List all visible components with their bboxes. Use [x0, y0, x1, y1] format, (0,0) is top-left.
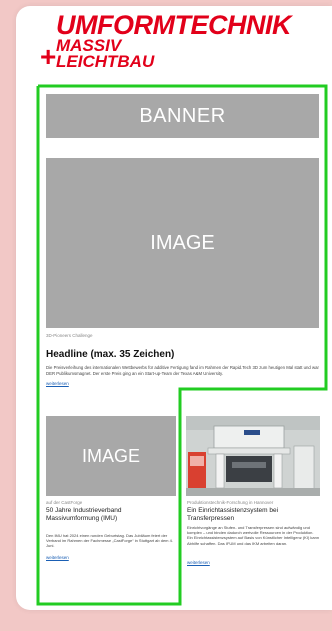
left-article-read-more-link[interactable]: weiterlesen — [46, 555, 69, 560]
left-article-kicker: auf der CastForge — [46, 500, 83, 505]
logo-leichtbau: LEICHTBAU — [56, 52, 155, 72]
right-article-read-more-link[interactable]: weiterlesen — [187, 560, 210, 565]
press-machine-photo[interactable] — [186, 416, 320, 496]
right-article-kicker: Produktionstechnik-Forschung in Hannover — [187, 500, 274, 505]
banner-placeholder[interactable]: BANNER — [46, 94, 319, 138]
brand-logo: UMFORMTECHNIK + MASSIV LEICHTBAU — [40, 8, 320, 78]
left-article-text: Den IMU hat 2024 einen runden Geburtstag… — [46, 533, 173, 549]
logo-plus: + — [40, 41, 57, 72]
main-article-image-placeholder[interactable]: IMAGE — [46, 158, 319, 328]
right-article-title[interactable]: Ein Einrichtassistenzsystem bei Transfer… — [187, 507, 320, 522]
logo-line-massiv-leichtbau: MASSIV LEICHTBAU — [56, 37, 155, 72]
left-article-image-placeholder[interactable]: IMAGE — [46, 416, 176, 496]
main-article-teaser: Die Preisverleihung des internationalen … — [46, 365, 319, 376]
main-article-read-more-link[interactable]: weiterlesen — [46, 381, 69, 386]
main-article-kicker: 3D-Pioneers Challenge — [46, 333, 93, 338]
main-article-headline[interactable]: Headline (max. 35 Zeichen) — [46, 349, 174, 360]
right-article-text: Einrichtvorgänge an Stufen- und Transfer… — [187, 525, 320, 546]
left-article-title[interactable]: 50 Jahre Industrieverband Massivumformun… — [46, 507, 176, 522]
press-machine-illustration — [186, 416, 320, 496]
logo-line-umformtechnik: UMFORMTECHNIK — [56, 10, 291, 40]
